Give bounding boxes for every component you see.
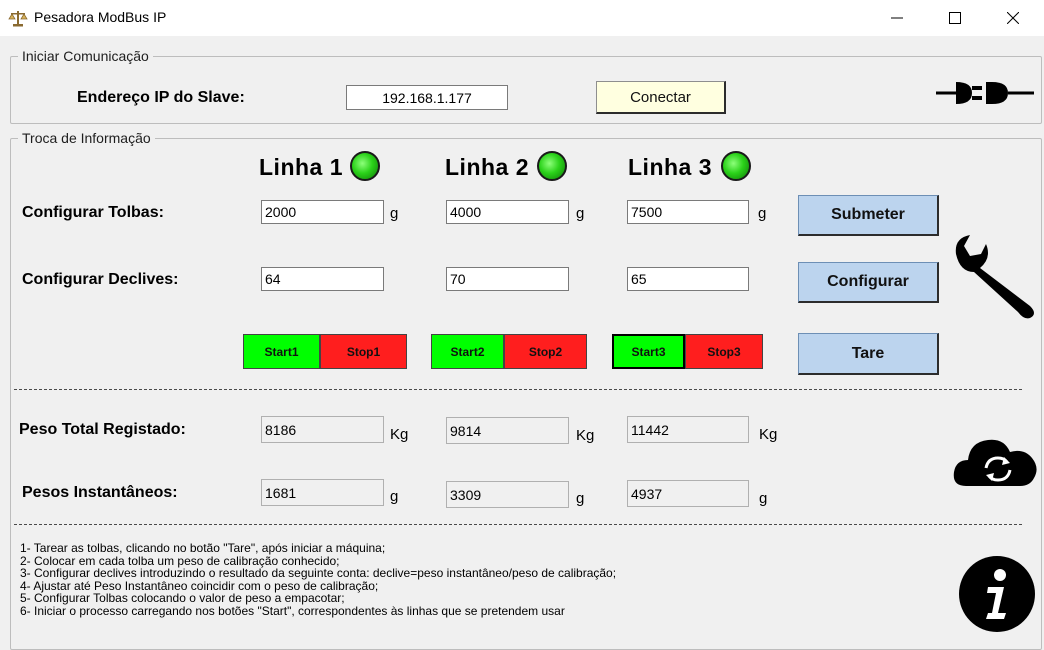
stop-2-button[interactable]: Stop2: [504, 334, 587, 369]
configure-button[interactable]: Configurar: [798, 262, 939, 303]
pesos-inst-label: Pesos Instantâneos:: [22, 484, 178, 501]
peso-inst-1-field: [261, 479, 384, 506]
line-1-status-led: [350, 151, 380, 181]
tolba-3-unit: g: [758, 205, 767, 222]
peso-total-3-unit: Kg: [759, 426, 778, 443]
tolbas-label: Configurar Tolbas:: [22, 204, 164, 221]
minimize-icon: [891, 17, 903, 19]
declive-1-input[interactable]: [261, 267, 384, 291]
wrench-icon: [955, 235, 1034, 319]
stop-3-button[interactable]: Stop3: [685, 334, 763, 369]
declives-label: Configurar Declives:: [22, 271, 179, 288]
stop-1-button[interactable]: Stop1: [320, 334, 407, 369]
peso-inst-2-unit: g: [576, 490, 585, 507]
connect-button[interactable]: Conectar: [596, 81, 726, 114]
line-2-status-led: [537, 151, 567, 181]
exchange-legend: Troca de Informação: [18, 130, 155, 146]
maximize-icon: [949, 12, 961, 24]
peso-inst-3-field: [627, 480, 749, 507]
declive-3-input[interactable]: [627, 267, 749, 291]
instructions-text: 1- Tarear as tolbas, clicando no botão "…: [20, 542, 616, 618]
peso-inst-1-unit: g: [390, 488, 399, 505]
title-bar[interactable]: Pesadora ModBus IP: [0, 0, 1044, 36]
plug-icon: [936, 82, 1034, 104]
declive-2-input[interactable]: [446, 267, 569, 291]
peso-total-1-unit: Kg: [390, 426, 409, 443]
tolba-3-input[interactable]: [627, 200, 749, 224]
ip-input[interactable]: [346, 85, 508, 110]
close-button[interactable]: [984, 0, 1042, 36]
submit-button[interactable]: Submeter: [798, 195, 939, 236]
comm-legend: Iniciar Comunicação: [18, 48, 153, 64]
instruction-line: 3- Configurar declives introduzindo o re…: [20, 566, 617, 581]
tolba-1-input[interactable]: [261, 200, 384, 224]
peso-inst-3-unit: g: [759, 490, 768, 507]
separator-bottom: [14, 524, 1022, 525]
tolba-2-input[interactable]: [446, 200, 569, 224]
maximize-button[interactable]: [926, 0, 984, 36]
separator-top: [14, 389, 1022, 390]
instruction-line: 6- Iniciar o processo carregando nos bot…: [20, 603, 565, 618]
ip-label: Endereço IP do Slave:: [77, 89, 245, 106]
peso-total-label: Peso Total Registado:: [19, 421, 186, 438]
window-title: Pesadora ModBus IP: [34, 9, 167, 25]
start-3-button[interactable]: Start3: [612, 334, 685, 369]
tolba-2-unit: g: [576, 205, 585, 222]
peso-total-1-field: [261, 416, 384, 443]
line-2-header: Linha 2: [445, 154, 530, 180]
peso-total-2-field: [446, 417, 569, 444]
tolba-1-unit: g: [390, 205, 399, 222]
peso-inst-2-field: [446, 481, 569, 508]
close-icon: [1007, 12, 1019, 24]
cloud-sync-icon: [953, 439, 1037, 486]
line-3-header: Linha 3: [628, 154, 713, 180]
info-icon: [959, 556, 1035, 632]
tare-button[interactable]: Tare: [798, 333, 939, 375]
start-1-button[interactable]: Start1: [243, 334, 320, 369]
start-2-button[interactable]: Start2: [431, 334, 504, 369]
line-3-status-led: [721, 151, 751, 181]
scale-icon: [8, 11, 28, 27]
line-1-header: Linha 1: [259, 154, 344, 180]
peso-total-3-field: [627, 416, 749, 443]
peso-total-2-unit: Kg: [576, 427, 595, 444]
minimize-button[interactable]: [868, 0, 926, 36]
instruction-line: 1- Tarear as tolbas, clicando no botão "…: [20, 541, 386, 555]
